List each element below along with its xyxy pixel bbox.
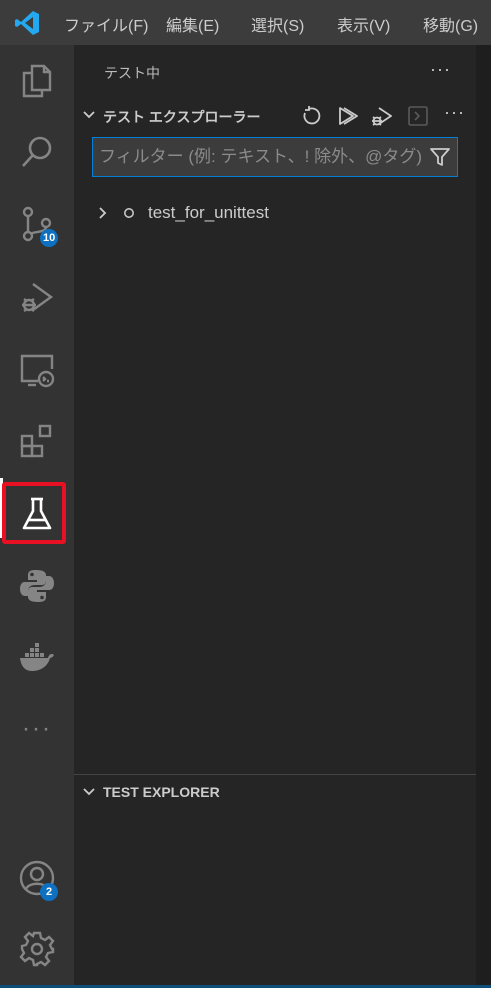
activity-manage[interactable] [0, 919, 74, 979]
sidebar-title: テスト中 [104, 65, 160, 81]
sidebar-more-button[interactable]: ··· [430, 59, 451, 80]
remote-explorer-icon [20, 354, 55, 388]
menu-selection[interactable]: 選択(S) [251, 12, 304, 36]
more-icon: ··· [22, 715, 52, 742]
test-filter-field[interactable] [92, 137, 458, 177]
accounts-badge: 2 [40, 883, 58, 901]
source-control-badge: 10 [40, 229, 59, 247]
extensions-icon [20, 424, 52, 458]
menu-view[interactable]: 表示(V) [337, 12, 390, 36]
chevron-down-icon [83, 111, 95, 119]
menu-edit[interactable]: 編集(E) [166, 12, 219, 36]
menu-go[interactable]: 移動(G) [423, 12, 478, 36]
docker-icon [20, 643, 54, 671]
debug-all-tests-icon[interactable] [370, 105, 392, 127]
section-test-explorer-ja[interactable]: テスト エクスプローラー ··· [74, 102, 476, 127]
section-test-explorer[interactable]: TEST EXPLORER [74, 780, 476, 804]
section-label: TEST EXPLORER [103, 784, 220, 800]
filter-icon[interactable] [429, 146, 451, 168]
highlight-annotation [2, 482, 66, 544]
menu-file[interactable]: ファイル(F) [64, 12, 148, 36]
activity-search[interactable] [0, 122, 74, 182]
activity-remote-explorer[interactable] [0, 340, 74, 400]
gear-icon [19, 931, 55, 967]
refresh-icon[interactable] [300, 105, 322, 127]
explorer-icon [22, 64, 52, 98]
section-more-button[interactable]: ··· [444, 102, 465, 123]
activity-source-control[interactable]: 10 [0, 194, 74, 254]
side-bar: テスト中 ··· テスト エクスプローラー ··· test_for_unitt… [74, 45, 476, 988]
activity-docker[interactable] [0, 628, 74, 688]
activity-more[interactable]: ··· [0, 699, 74, 759]
show-output-icon[interactable] [407, 105, 429, 127]
activity-run-debug[interactable] [0, 267, 74, 327]
circle-outline-icon [124, 208, 134, 218]
test-filter-input[interactable] [93, 138, 423, 176]
vscode-logo-icon [15, 11, 39, 35]
run-all-tests-icon[interactable] [336, 105, 358, 127]
title-bar: ファイル(F) 編集(E) 選択(S) 表示(V) 移動(G) [0, 0, 491, 45]
activity-accounts[interactable]: 2 [0, 848, 74, 908]
activity-extensions[interactable] [0, 411, 74, 471]
activity-explorer[interactable] [0, 51, 74, 111]
section-divider [74, 774, 476, 775]
editor-edge [476, 45, 491, 988]
section-label: テスト エクスプローラー [103, 109, 261, 125]
run-debug-icon [22, 283, 54, 312]
tree-item-test-for-unittest[interactable]: test_for_unittest [74, 200, 476, 226]
search-icon [22, 136, 52, 167]
activity-python[interactable] [0, 556, 74, 616]
tree-item-label: test_for_unittest [148, 203, 269, 222]
python-icon [20, 570, 54, 602]
chevron-right-icon[interactable] [96, 206, 110, 220]
chevron-down-icon [83, 788, 95, 796]
